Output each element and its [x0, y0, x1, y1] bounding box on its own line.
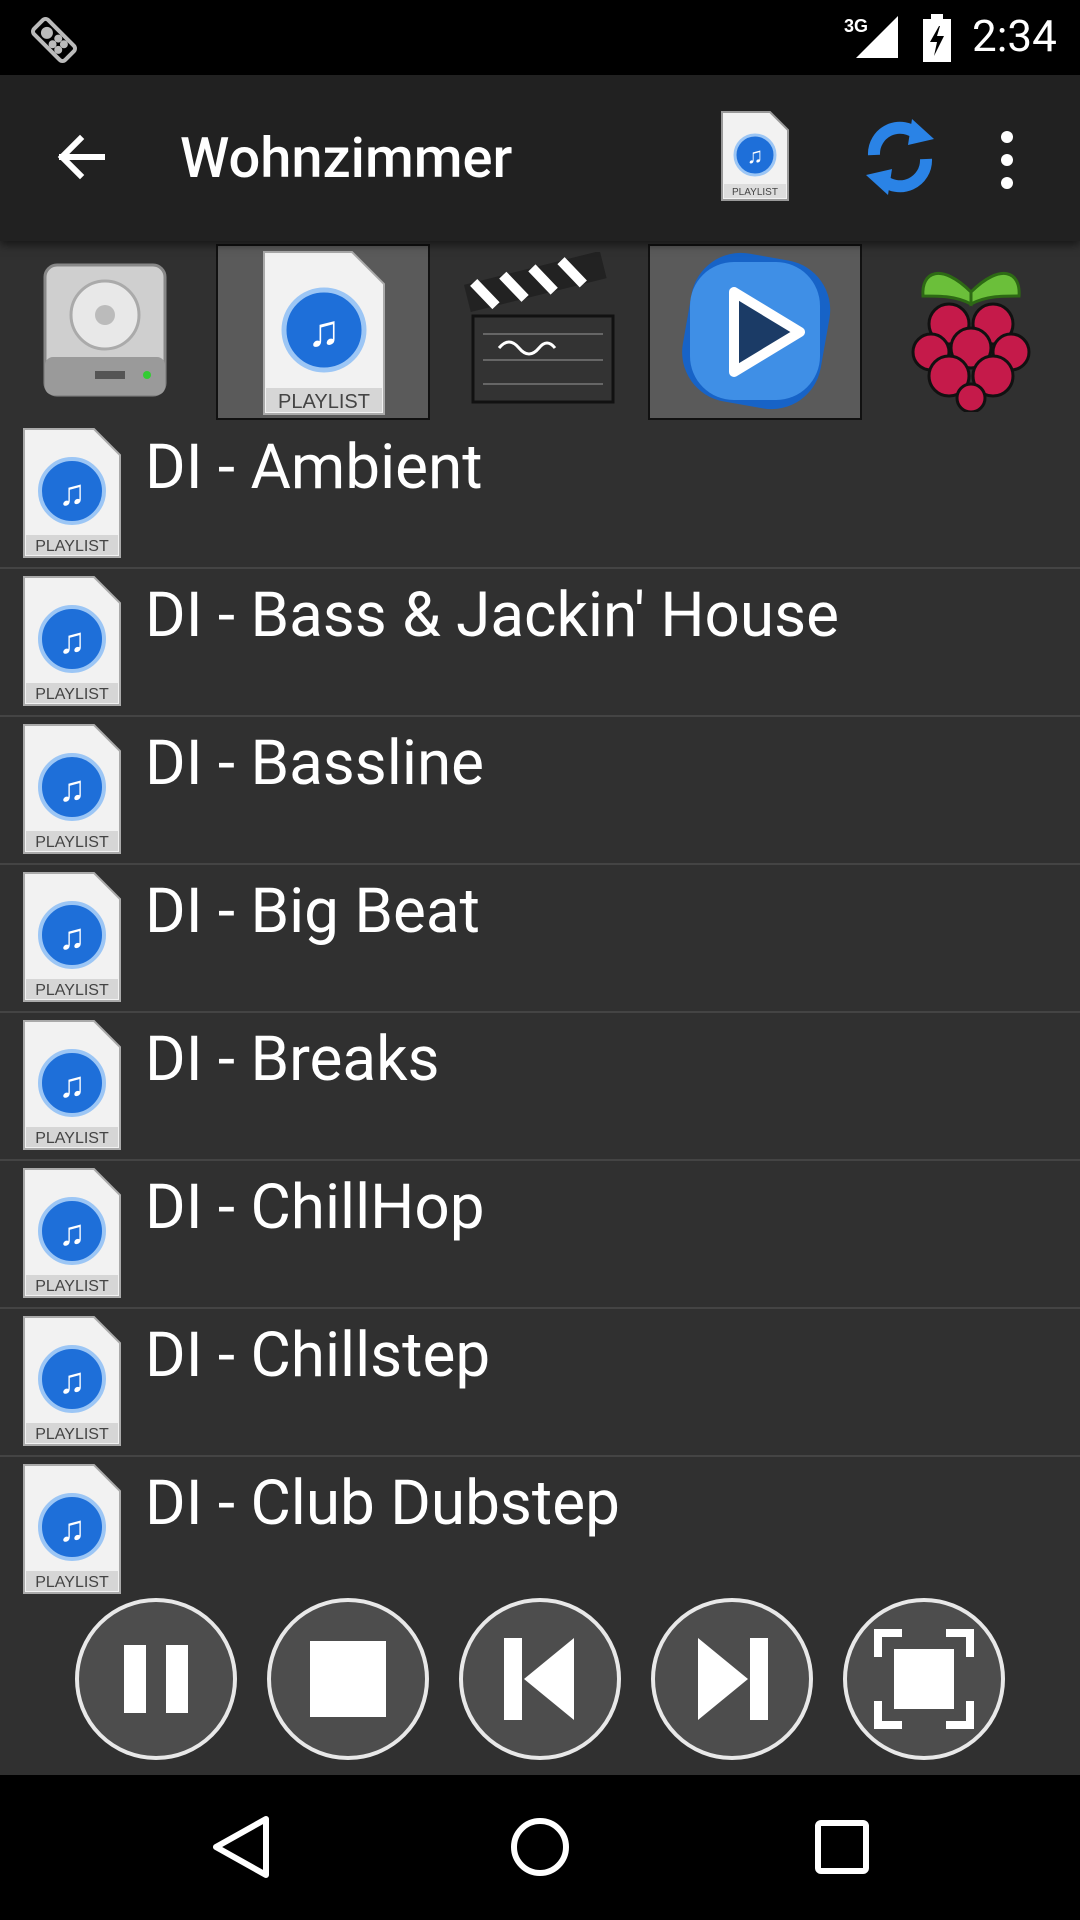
playlist-icon: ♫ PLAYLIST [20, 573, 124, 713]
refresh-icon[interactable] [860, 113, 940, 205]
playlist-icon: ♫ PLAYLIST [20, 425, 124, 565]
list-item-label: DI - Ambient [145, 431, 483, 504]
remote-control-icon [26, 12, 82, 72]
playlist-icon-label: PLAYLIST [35, 686, 109, 703]
playlist-icon-label: PLAYLIST [35, 982, 109, 999]
list-item-label: DI - Club Dubstep [145, 1467, 620, 1540]
list-item-label: DI - Bass & Jackin' House [145, 579, 839, 652]
playback-controls [0, 1590, 1080, 1775]
system-nav-bar [0, 1775, 1080, 1920]
playlist-icon-label: PLAYLIST [35, 1130, 109, 1147]
page-title: Wohnzimmer [180, 125, 513, 191]
source-hard-drive[interactable] [0, 244, 212, 420]
network-type-text: 3G [844, 16, 868, 36]
svg-text:♫: ♫ [59, 1508, 86, 1550]
playlist-list: ♫ PLAYLIST DI - Ambient ♫ PLAYLIST DI - … [0, 421, 1080, 1603]
playlist-icon[interactable]: ♫ PLAYLIST [720, 110, 790, 206]
source-selector: ♫ PLAYLIST [0, 241, 1080, 421]
list-item-label: DI - Big Beat [145, 875, 480, 948]
svg-text:♫: ♫ [59, 1064, 86, 1106]
list-item-label: DI - Chillstep [145, 1319, 491, 1392]
home-nav-icon[interactable] [508, 1815, 572, 1883]
back-nav-icon[interactable] [210, 1815, 274, 1883]
playlist-icon-label: PLAYLIST [732, 187, 778, 198]
list-item[interactable]: ♫ PLAYLIST DI - Bassline [0, 717, 1080, 865]
previous-button[interactable] [459, 1598, 621, 1760]
svg-text:♫: ♫ [59, 1212, 86, 1254]
list-item-label: DI - ChillHop [145, 1171, 485, 1244]
more-vert-icon[interactable] [990, 125, 1024, 195]
signal-3g-icon: 3G [842, 12, 902, 66]
source-raspberry-pi[interactable] [864, 244, 1078, 420]
playlist-icon-label: PLAYLIST [35, 1426, 109, 1443]
list-item[interactable]: ♫ PLAYLIST DI - Club Dubstep [0, 1457, 1080, 1603]
playlist-icon-label: PLAYLIST [35, 1574, 109, 1591]
playlist-icon-label: PLAYLIST [35, 834, 109, 851]
stop-button[interactable] [267, 1598, 429, 1760]
playlist-icon: ♫ PLAYLIST [20, 1165, 124, 1305]
playlist-icon: ♫ PLAYLIST [20, 869, 124, 1009]
list-item-label: DI - Bassline [145, 727, 485, 800]
playlist-icon: ♫ PLAYLIST [20, 1313, 124, 1453]
pause-button[interactable] [75, 1598, 237, 1760]
recents-nav-icon[interactable] [810, 1815, 874, 1883]
playlist-icon-label: PLAYLIST [35, 1278, 109, 1295]
list-item[interactable]: ♫ PLAYLIST DI - Breaks [0, 1013, 1080, 1161]
source-movies[interactable] [432, 244, 646, 420]
status-bar: 3G 2:34 [0, 0, 1080, 75]
app-toolbar: Wohnzimmer ♫ PLAYLIST [0, 75, 1080, 241]
playlist-icon-label: PLAYLIST [278, 391, 370, 413]
list-item[interactable]: ♫ PLAYLIST DI - Big Beat [0, 865, 1080, 1013]
svg-text:♫: ♫ [59, 768, 86, 810]
list-item[interactable]: ♫ PLAYLIST DI - Bass & Jackin' House [0, 569, 1080, 717]
playlist-icon: ♫ PLAYLIST [20, 721, 124, 861]
source-player[interactable] [648, 244, 862, 420]
back-arrow-icon[interactable] [52, 127, 112, 187]
list-item[interactable]: ♫ PLAYLIST DI - Ambient [0, 421, 1080, 569]
status-clock: 2:34 [972, 10, 1057, 62]
svg-text:♫: ♫ [747, 144, 764, 169]
fullscreen-button[interactable] [843, 1598, 1005, 1760]
battery-charging-icon [922, 14, 952, 66]
svg-text:♫: ♫ [59, 1360, 86, 1402]
svg-text:♫: ♫ [59, 916, 86, 958]
source-playlist[interactable]: ♫ PLAYLIST [216, 244, 430, 420]
svg-text:♫: ♫ [59, 620, 86, 662]
playlist-icon: ♫ PLAYLIST [20, 1461, 124, 1601]
list-item[interactable]: ♫ PLAYLIST DI - ChillHop [0, 1161, 1080, 1309]
svg-text:♫: ♫ [59, 472, 86, 514]
playlist-icon: ♫ PLAYLIST [20, 1017, 124, 1157]
playlist-icon-label: PLAYLIST [35, 538, 109, 555]
next-button[interactable] [651, 1598, 813, 1760]
list-item-label: DI - Breaks [145, 1023, 440, 1096]
svg-text:♫: ♫ [308, 305, 341, 357]
list-item[interactable]: ♫ PLAYLIST DI - Chillstep [0, 1309, 1080, 1457]
